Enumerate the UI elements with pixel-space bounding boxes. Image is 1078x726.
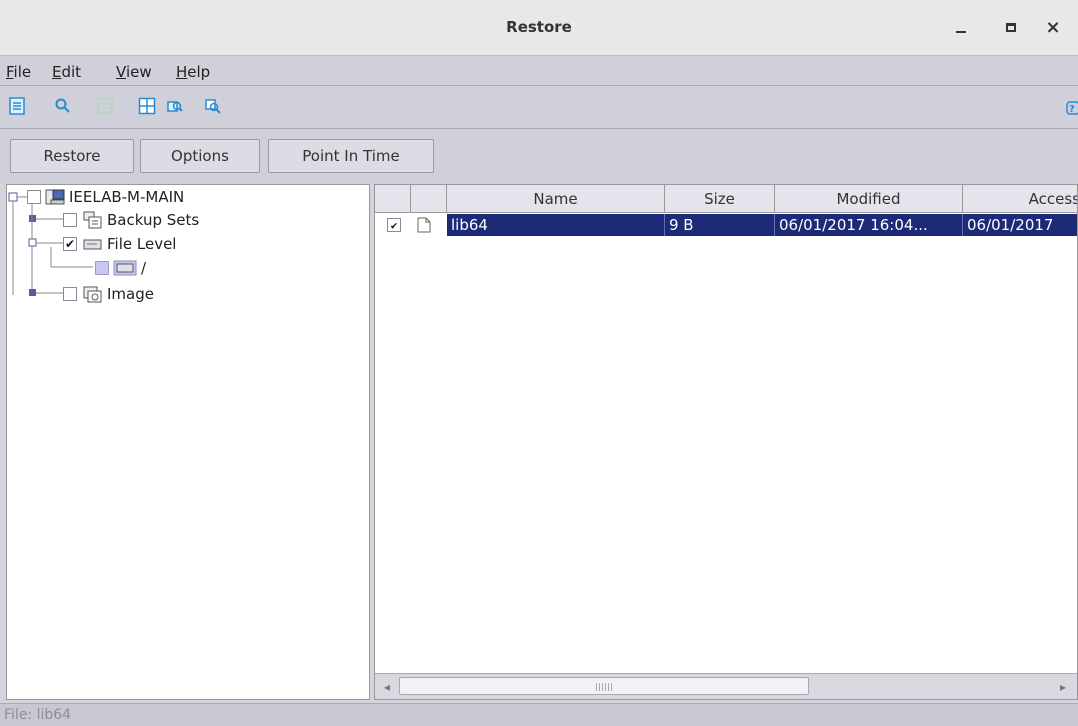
status-text: File: lib64 — [4, 707, 72, 723]
tree-checkbox[interactable] — [63, 213, 77, 227]
menu-edit[interactable]: Edit — [52, 63, 81, 81]
file-icon — [417, 214, 437, 236]
backup-sets-icon — [83, 211, 103, 229]
column-header-name[interactable]: Name — [447, 185, 665, 213]
horizontal-scrollbar[interactable]: ◂ ▸ — [375, 673, 1077, 699]
toolbar: ? — [0, 87, 1078, 129]
table-header: Name Size Modified Access — [375, 185, 1077, 213]
minimize-icon — [956, 31, 966, 33]
minimize-button[interactable] — [948, 14, 974, 40]
drive-icon — [83, 235, 103, 253]
menu-help[interactable]: Help — [176, 63, 210, 81]
cell-access: 06/01/2017 — [963, 214, 1077, 236]
row-checkbox-checked[interactable]: ✔ — [387, 218, 401, 232]
close-button[interactable]: × — [1040, 14, 1066, 40]
column-header-modified[interactable]: Modified — [775, 185, 963, 213]
tree-label: File Level — [107, 235, 177, 253]
drive-icon — [113, 259, 137, 277]
tab-options[interactable]: Options — [140, 139, 260, 173]
tree-node-root[interactable]: IEELAB-M-MAIN — [27, 186, 184, 208]
maximize-icon — [1006, 22, 1016, 32]
scroll-right-icon[interactable]: ▸ — [1055, 679, 1071, 695]
tab-restore[interactable]: Restore — [10, 139, 134, 173]
tree-node-backup-sets[interactable]: Backup Sets — [63, 209, 199, 231]
tree-label: / — [141, 259, 147, 277]
image-icon — [83, 285, 103, 303]
column-header-size[interactable]: Size — [665, 185, 775, 213]
grip-icon — [596, 683, 614, 691]
table-row[interactable]: ✔ lib64 9 B 06/01/2017 16:04... 06/01/20… — [375, 214, 1077, 236]
tree-node-file-level[interactable]: ✔ File Level — [63, 233, 176, 255]
cell-modified: 06/01/2017 16:04... — [775, 214, 963, 236]
scroll-left-icon[interactable]: ◂ — [379, 679, 395, 695]
computer-icon — [45, 188, 65, 206]
menu-view[interactable]: View — [116, 63, 152, 81]
browse-alt-icon[interactable] — [204, 97, 222, 115]
menu-bar: File Edit View Help — [0, 56, 1078, 86]
tree-checkbox[interactable] — [63, 287, 77, 301]
column-header-type[interactable] — [411, 185, 447, 213]
browse-icon[interactable] — [166, 97, 184, 115]
title-bar: Restore × — [0, 0, 1078, 56]
cell-name: lib64 — [447, 214, 665, 236]
tree-checkbox[interactable] — [95, 261, 109, 275]
help-icon[interactable]: ? — [1064, 97, 1078, 117]
row-checkbox[interactable]: ✔ — [387, 214, 407, 236]
tab-bar: Restore Options Point In Time — [0, 130, 1078, 184]
list-icon[interactable] — [8, 97, 26, 115]
column-header-check[interactable] — [375, 185, 411, 213]
window-title: Restore — [506, 18, 572, 36]
scroll-thumb[interactable] — [399, 677, 809, 695]
column-header-access[interactable]: Access — [963, 185, 1077, 213]
tree-checkbox-checked[interactable]: ✔ — [63, 237, 77, 251]
status-bar: File: lib64 — [0, 703, 1078, 726]
tree-node-root-folder[interactable]: / — [95, 257, 146, 279]
tree-checkbox[interactable] — [27, 190, 41, 204]
menu-file[interactable]: File — [6, 63, 31, 81]
source-tree: IEELAB-M-MAIN Backup Sets ✔ File Level /… — [6, 184, 370, 700]
cell-size: 9 B — [665, 214, 775, 236]
search-icon[interactable] — [54, 97, 72, 115]
tab-point-in-time[interactable]: Point In Time — [268, 139, 434, 173]
table-icon[interactable] — [138, 97, 156, 115]
maximize-button[interactable] — [998, 14, 1024, 40]
svg-text:?: ? — [1069, 104, 1075, 115]
tree-node-image[interactable]: Image — [63, 283, 154, 305]
disabled-grid-icon — [97, 98, 113, 114]
tree-label: Image — [107, 285, 154, 303]
file-list: Name Size Modified Access ✔ lib64 9 B 06… — [374, 184, 1078, 700]
tree-label: Backup Sets — [107, 211, 200, 229]
tree-label: IEELAB-M-MAIN — [69, 188, 185, 206]
